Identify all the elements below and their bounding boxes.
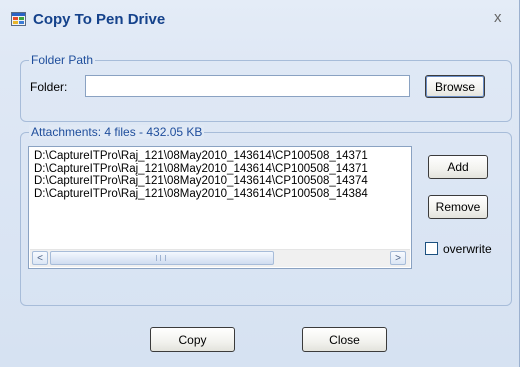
list-item[interactable]: D:\CaptureITPro\Raj_121\08May2010_143614… bbox=[34, 163, 410, 176]
folder-path-legend: Folder Path bbox=[29, 53, 96, 67]
scrollbar-grip-icon bbox=[156, 255, 166, 261]
overwrite-label[interactable]: overwrite bbox=[443, 242, 492, 256]
window-title: Copy To Pen Drive bbox=[33, 11, 166, 28]
attachments-items: D:\CaptureITPro\Raj_121\08May2010_143614… bbox=[34, 150, 410, 200]
attachments-list[interactable]: D:\CaptureITPro\Raj_121\08May2010_143614… bbox=[28, 146, 412, 269]
scroll-left-icon[interactable]: < bbox=[32, 251, 48, 265]
app-window-icon bbox=[11, 12, 26, 26]
title-bar: Copy To Pen Drive x bbox=[0, 0, 519, 40]
browse-button[interactable]: Browse bbox=[425, 75, 485, 98]
folder-label: Folder: bbox=[30, 80, 68, 94]
horizontal-scrollbar[interactable]: < > bbox=[30, 249, 410, 267]
copy-button[interactable]: Copy bbox=[150, 327, 235, 352]
list-item[interactable]: D:\CaptureITPro\Raj_121\08May2010_143614… bbox=[34, 188, 410, 201]
attachments-legend: Attachments: 4 files - 432.05 KB bbox=[29, 125, 205, 139]
add-button[interactable]: Add bbox=[428, 155, 488, 179]
scroll-right-icon[interactable]: > bbox=[390, 251, 406, 265]
list-item[interactable]: D:\CaptureITPro\Raj_121\08May2010_143614… bbox=[34, 175, 410, 188]
list-item[interactable]: D:\CaptureITPro\Raj_121\08May2010_143614… bbox=[34, 150, 410, 163]
overwrite-checkbox[interactable] bbox=[425, 242, 438, 255]
close-window-icon[interactable]: x bbox=[494, 10, 502, 26]
folder-input[interactable] bbox=[85, 75, 410, 97]
close-button[interactable]: Close bbox=[302, 327, 387, 352]
scrollbar-thumb[interactable] bbox=[50, 251, 274, 265]
remove-button[interactable]: Remove bbox=[428, 195, 488, 219]
copy-to-pen-drive-dialog: Copy To Pen Drive x Folder Path Folder: … bbox=[0, 0, 520, 367]
